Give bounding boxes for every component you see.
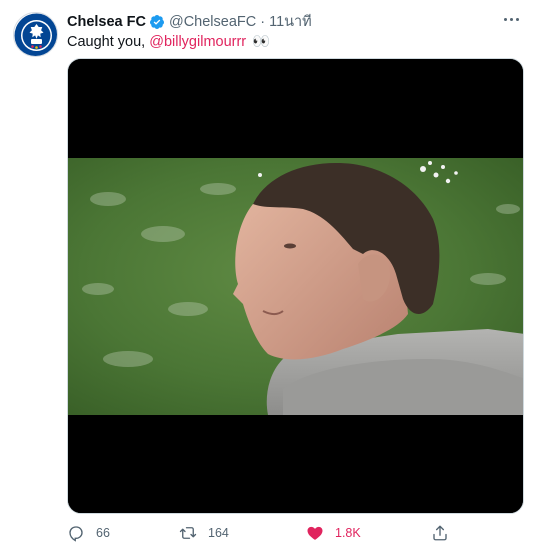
- tweet-card[interactable]: Chelsea FC @ChelseaFC · 11นาที Caught yo…: [0, 0, 533, 552]
- separator-dot: ·: [260, 14, 266, 30]
- heart-icon: [307, 526, 323, 540]
- reply-icon: [69, 526, 83, 542]
- tweet-text-prefix: Caught you,: [67, 34, 150, 50]
- reply-count: 66: [96, 526, 110, 540]
- tweet-text: Caught you, @billygilmourrr 👀: [67, 33, 271, 51]
- avatar[interactable]: [13, 12, 58, 57]
- mention-link[interactable]: @billygilmourrr: [149, 34, 246, 50]
- author-handle[interactable]: @ChelseaFC: [169, 13, 256, 31]
- author-name[interactable]: Chelsea FC: [67, 13, 146, 31]
- tweet-actions: 66 164 1.8K: [67, 522, 467, 544]
- tweet-header: Chelsea FC @ChelseaFC · 11นาที: [67, 13, 312, 31]
- retweet-button[interactable]: 164: [179, 522, 229, 544]
- more-options-icon[interactable]: [500, 11, 522, 27]
- video-frame: [68, 59, 523, 513]
- timestamp[interactable]: 11นาที: [269, 13, 312, 31]
- eyes-emoji: 👀: [252, 34, 272, 50]
- share-icon: [433, 525, 447, 541]
- verified-badge-icon: [149, 15, 164, 29]
- chelsea-crest-icon: [14, 13, 57, 56]
- share-button[interactable]: [431, 522, 460, 544]
- like-button[interactable]: 1.8K: [306, 522, 361, 544]
- like-count: 1.8K: [335, 526, 361, 540]
- retweet-count: 164: [208, 526, 229, 540]
- retweet-icon: [179, 527, 197, 539]
- reply-button[interactable]: 66: [67, 522, 110, 544]
- tweet-video[interactable]: [67, 58, 524, 514]
